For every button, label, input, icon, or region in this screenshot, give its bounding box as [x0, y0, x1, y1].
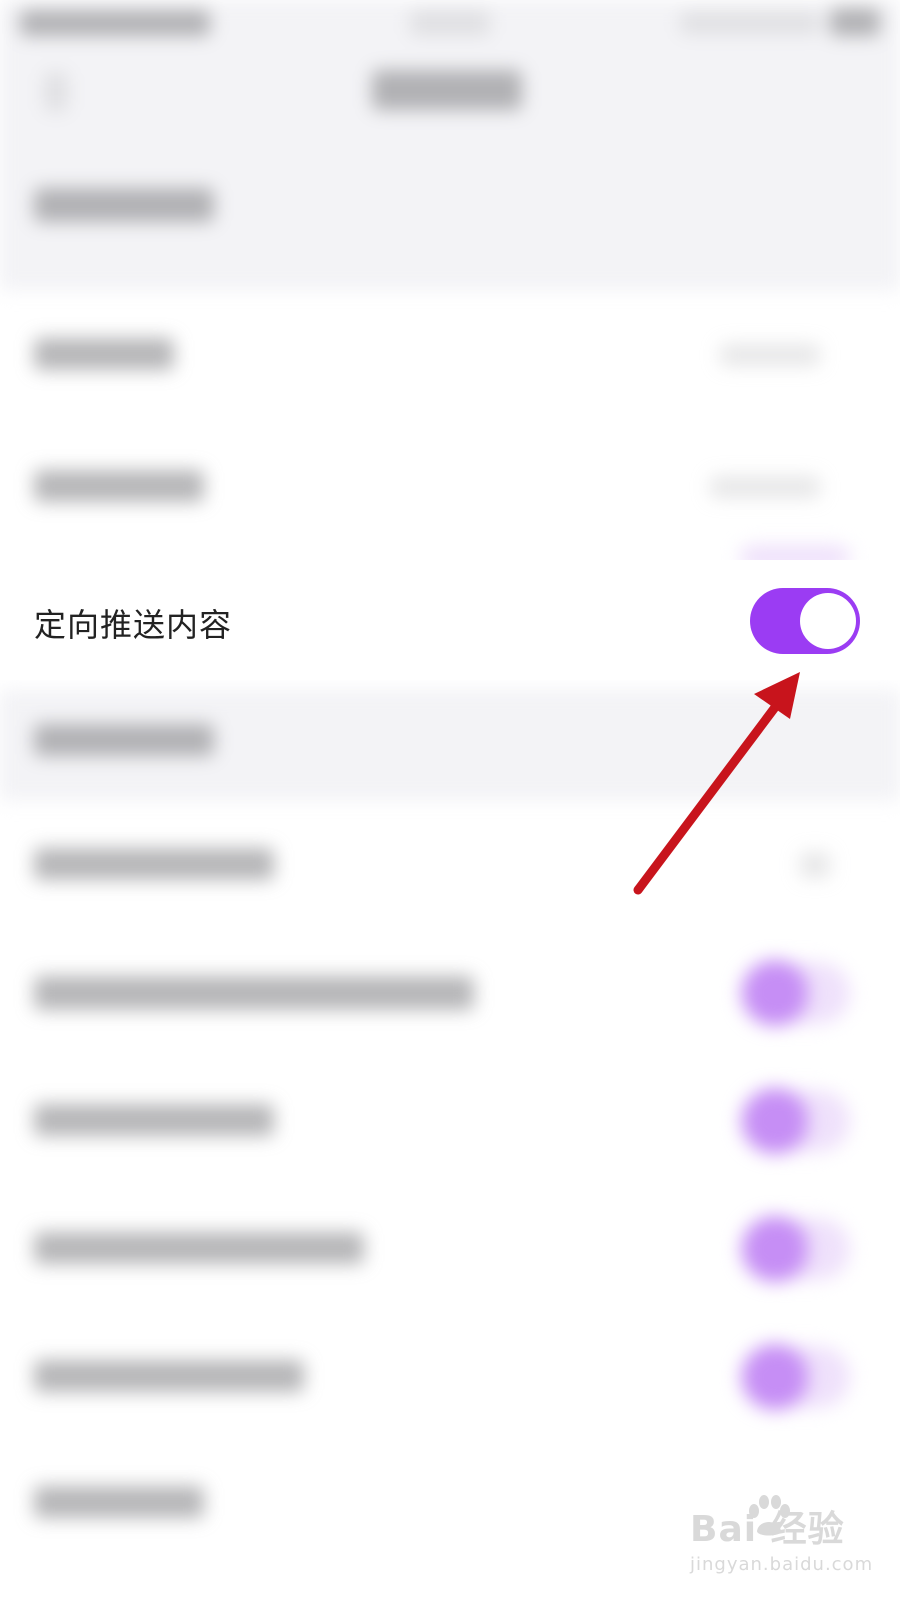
watermark-brand: Bai 经验 [690, 1509, 845, 1550]
red-arrow-icon [633, 672, 800, 895]
baidu-watermark: Bai 经验 jingyan.baidu.com [690, 1500, 873, 1575]
watermark-url: jingyan.baidu.com [690, 1554, 874, 1575]
